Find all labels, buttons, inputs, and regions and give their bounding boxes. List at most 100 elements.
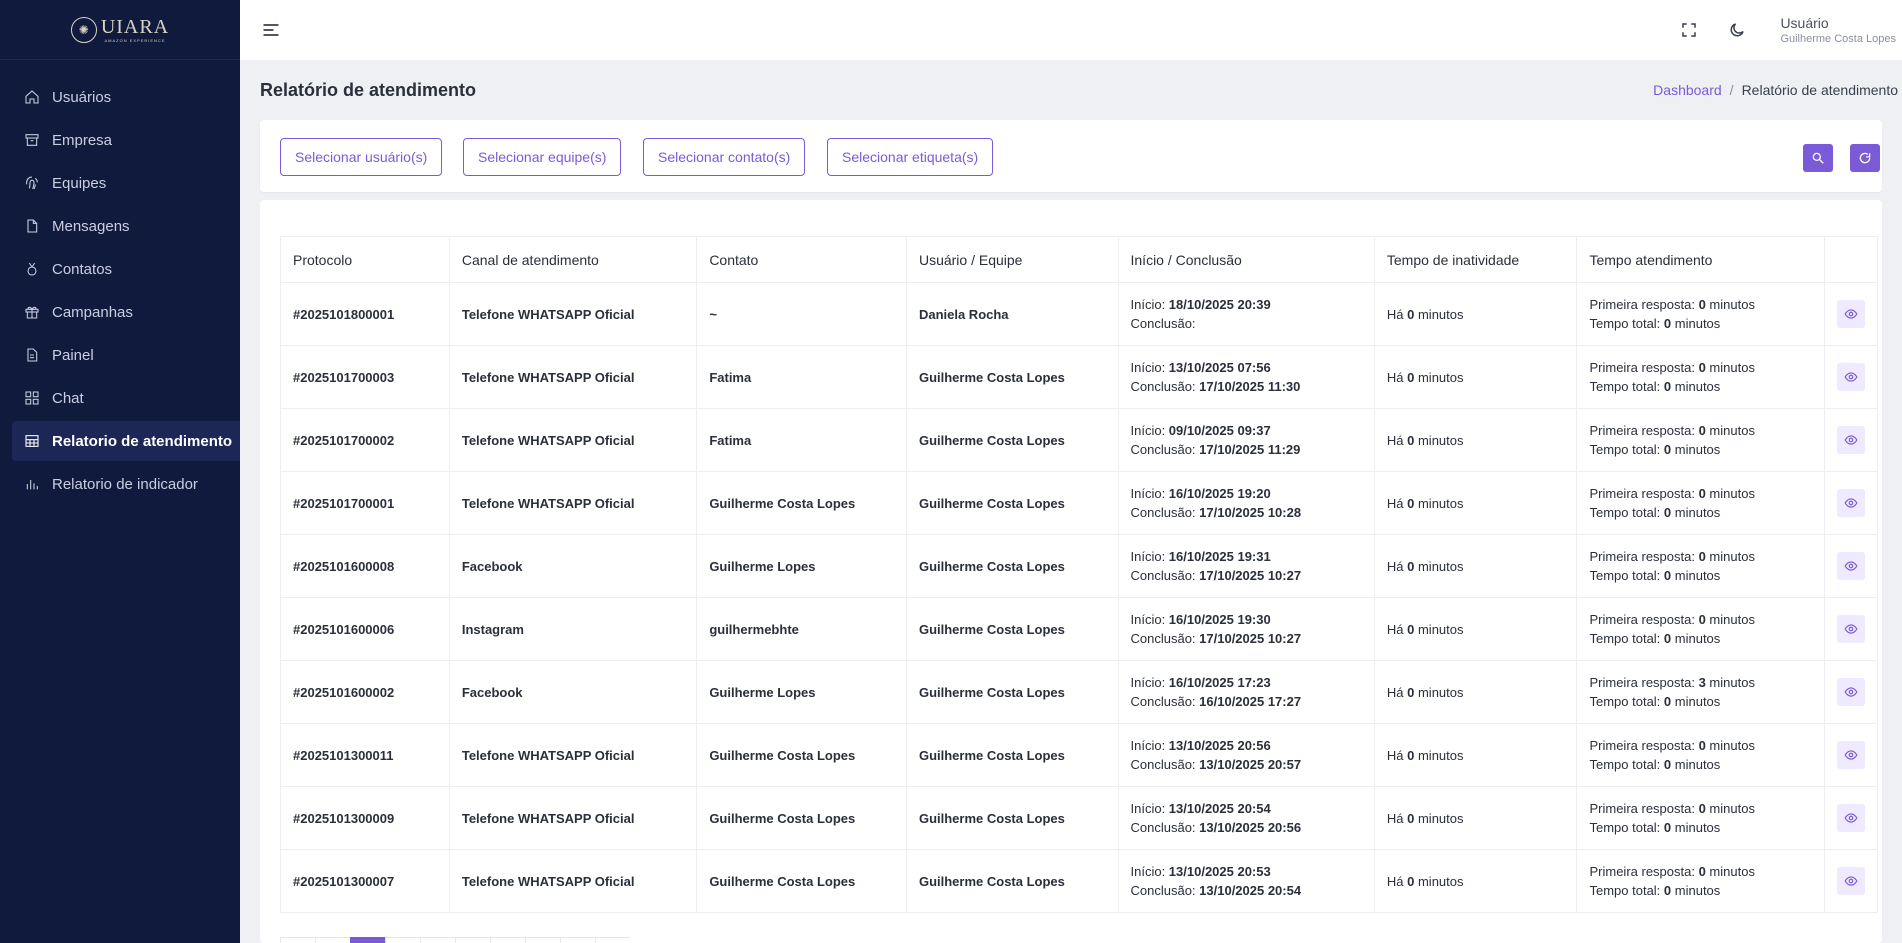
- end-datetime: 17/10/2025 10:27: [1199, 568, 1302, 583]
- select-tags-button[interactable]: Selecionar etiqueta(s): [827, 138, 994, 176]
- table-row[interactable]: #2025101600006 Instagram guilhermebhte Guil…: [280, 597, 1879, 661]
- sidebar-item-label: Mensagens: [52, 217, 130, 235]
- total-time-unit: minutos: [1671, 820, 1721, 835]
- pagination-page-button[interactable]: [525, 937, 560, 943]
- brand-logo[interactable]: ✺ UIARA AMAZON EXPERIENCE: [0, 0, 240, 60]
- sidebar-item-relatorio-indicador[interactable]: Relatorio de indicador: [12, 464, 240, 504]
- cell-protocolo: #2025101300007: [280, 849, 450, 913]
- pagination-page-button[interactable]: [490, 937, 525, 943]
- logo-emblem-icon: ✺: [70, 16, 97, 43]
- table-row[interactable]: #2025101300009 Telefone WHATSAPP Oficial G…: [280, 786, 1879, 850]
- view-details-button[interactable]: [1836, 552, 1865, 580]
- total-time-unit: minutos: [1671, 568, 1721, 583]
- user-team-name: Guilherme Costa Lopes: [918, 747, 1065, 763]
- sidebar-item-usuarios[interactable]: Usuários: [12, 77, 240, 117]
- column-header-tempo[interactable]: Tempo atendimento: [1576, 236, 1825, 283]
- first-response-unit: minutos: [1705, 549, 1755, 564]
- pagination-page-button[interactable]: [350, 937, 385, 943]
- select-contacts-button[interactable]: Selecionar contato(s): [643, 138, 806, 176]
- gift-icon: [24, 304, 40, 320]
- sidebar-item-label: Chat: [52, 389, 84, 407]
- column-header-canal[interactable]: Canal de atendimento: [448, 236, 698, 283]
- view-details-button[interactable]: [1836, 678, 1865, 706]
- view-details-button[interactable]: [1836, 489, 1865, 517]
- sidebar-item-painel[interactable]: Painel: [12, 335, 240, 375]
- user-menu[interactable]: Usuário Guilherme Costa Lopes: [1780, 15, 1896, 45]
- pagination-page-button[interactable]: [560, 937, 595, 943]
- table-row[interactable]: #2025101600002 Facebook Guilherme Lopes Gui…: [280, 660, 1879, 724]
- end-label: Conclusão:: [1130, 316, 1196, 331]
- view-details-button[interactable]: [1836, 300, 1865, 328]
- logo-text: UIARA: [100, 15, 170, 38]
- column-header-contato[interactable]: Contato: [696, 236, 907, 283]
- column-header-inatividade[interactable]: Tempo de inatividade: [1373, 236, 1578, 283]
- sidebar-item-mensagens[interactable]: Mensagens: [12, 206, 240, 246]
- table-row[interactable]: #2025101700003 Telefone WHATSAPP Oficial F…: [280, 345, 1879, 409]
- view-details-button[interactable]: [1836, 615, 1865, 643]
- first-response-value: 0: [1698, 864, 1706, 879]
- menu-toggle-button[interactable]: [260, 19, 282, 41]
- first-response-label: Primeira resposta:: [1589, 486, 1699, 501]
- cell-tempo: Primeira resposta: 0 minutos Tempo total:…: [1576, 786, 1825, 850]
- first-response-value: 0: [1698, 801, 1706, 816]
- first-response-label: Primeira resposta:: [1589, 612, 1699, 627]
- fingerprint-icon: [24, 175, 40, 191]
- table-row[interactable]: #2025101800001 Telefone WHATSAPP Oficial ~…: [280, 282, 1879, 346]
- sidebar-item-equipes[interactable]: Equipes: [12, 163, 240, 203]
- first-response-value: 0: [1698, 423, 1706, 438]
- cell-actions: [1823, 723, 1879, 787]
- view-details-button[interactable]: [1836, 867, 1865, 895]
- cell-tempo: Primeira resposta: 0 minutos Tempo total:…: [1576, 408, 1825, 472]
- pagination-page-button[interactable]: [315, 937, 350, 943]
- cell-usuario: Guilherme Costa Lopes: [905, 534, 1119, 598]
- pagination-page-button[interactable]: [280, 937, 315, 943]
- select-users-button[interactable]: Selecionar usuário(s): [280, 138, 443, 176]
- refresh-button[interactable]: [1850, 144, 1880, 172]
- sidebar-item-contatos[interactable]: Contatos: [12, 249, 240, 289]
- breadcrumb-dashboard-link[interactable]: Dashboard: [1653, 82, 1722, 98]
- view-details-button[interactable]: [1836, 741, 1865, 769]
- sidebar-item-chat[interactable]: Chat: [12, 378, 240, 418]
- fullscreen-button[interactable]: [1678, 19, 1700, 41]
- pagination-page-button[interactable]: [385, 937, 420, 943]
- file-text-icon: [24, 347, 40, 363]
- table-row[interactable]: #2025101700001 Telefone WHATSAPP Oficial G…: [280, 471, 1879, 535]
- user-role: Usuário: [1780, 15, 1829, 31]
- contact-name: Guilherme Lopes: [709, 684, 816, 700]
- cell-inicio: Início: 16/10/2025 19:31 Conclusão: 17/10…: [1117, 534, 1375, 598]
- pagination-page-button[interactable]: [455, 937, 490, 943]
- pagination-page-button[interactable]: [595, 937, 630, 943]
- sidebar-item-empresa[interactable]: Empresa: [12, 120, 240, 160]
- start-label: Início:: [1130, 360, 1169, 375]
- user-team-name: Guilherme Costa Lopes: [918, 558, 1065, 574]
- column-header-inicio[interactable]: Início / Conclusão: [1117, 236, 1375, 283]
- view-details-button[interactable]: [1836, 363, 1865, 391]
- protocol-number: #2025101600006: [293, 621, 395, 637]
- cell-tempo: Primeira resposta: 0 minutos Tempo total:…: [1576, 849, 1825, 913]
- column-header-protocolo[interactable]: Protocolo: [280, 236, 450, 283]
- cell-actions: [1823, 849, 1879, 913]
- column-header-usuario[interactable]: Usuário / Equipe: [905, 236, 1119, 283]
- table-row[interactable]: #2025101700002 Telefone WHATSAPP Oficial F…: [280, 408, 1879, 472]
- total-time-unit: minutos: [1671, 631, 1721, 646]
- cell-actions: [1823, 408, 1879, 472]
- eye-icon: [1844, 813, 1858, 823]
- total-time-unit: minutos: [1671, 694, 1721, 709]
- cell-usuario: Guilherme Costa Lopes: [905, 597, 1119, 661]
- cell-protocolo: #2025101800001: [280, 282, 450, 346]
- dark-mode-toggle[interactable]: [1726, 19, 1748, 41]
- first-response-label: Primeira resposta:: [1589, 675, 1699, 690]
- table-row[interactable]: #2025101300011 Telefone WHATSAPP Oficial G…: [280, 723, 1879, 787]
- select-teams-button[interactable]: Selecionar equipe(s): [463, 138, 622, 176]
- cell-inatividade: Há 0 minutos: [1373, 849, 1578, 913]
- cell-canal: Facebook: [448, 660, 698, 724]
- sidebar-item-campanhas[interactable]: Campanhas: [12, 292, 240, 332]
- view-details-button[interactable]: [1836, 804, 1865, 832]
- pagination-page-button[interactable]: [420, 937, 455, 943]
- cell-protocolo: #2025101300009: [280, 786, 450, 850]
- table-row[interactable]: #2025101300007 Telefone WHATSAPP Oficial G…: [280, 849, 1879, 913]
- sidebar-item-relatorio-atendimento[interactable]: Relatorio de atendimento: [12, 421, 240, 461]
- table-row[interactable]: #2025101600008 Facebook Guilherme Lopes Gui…: [280, 534, 1879, 598]
- view-details-button[interactable]: [1836, 426, 1865, 454]
- search-button[interactable]: [1803, 144, 1833, 172]
